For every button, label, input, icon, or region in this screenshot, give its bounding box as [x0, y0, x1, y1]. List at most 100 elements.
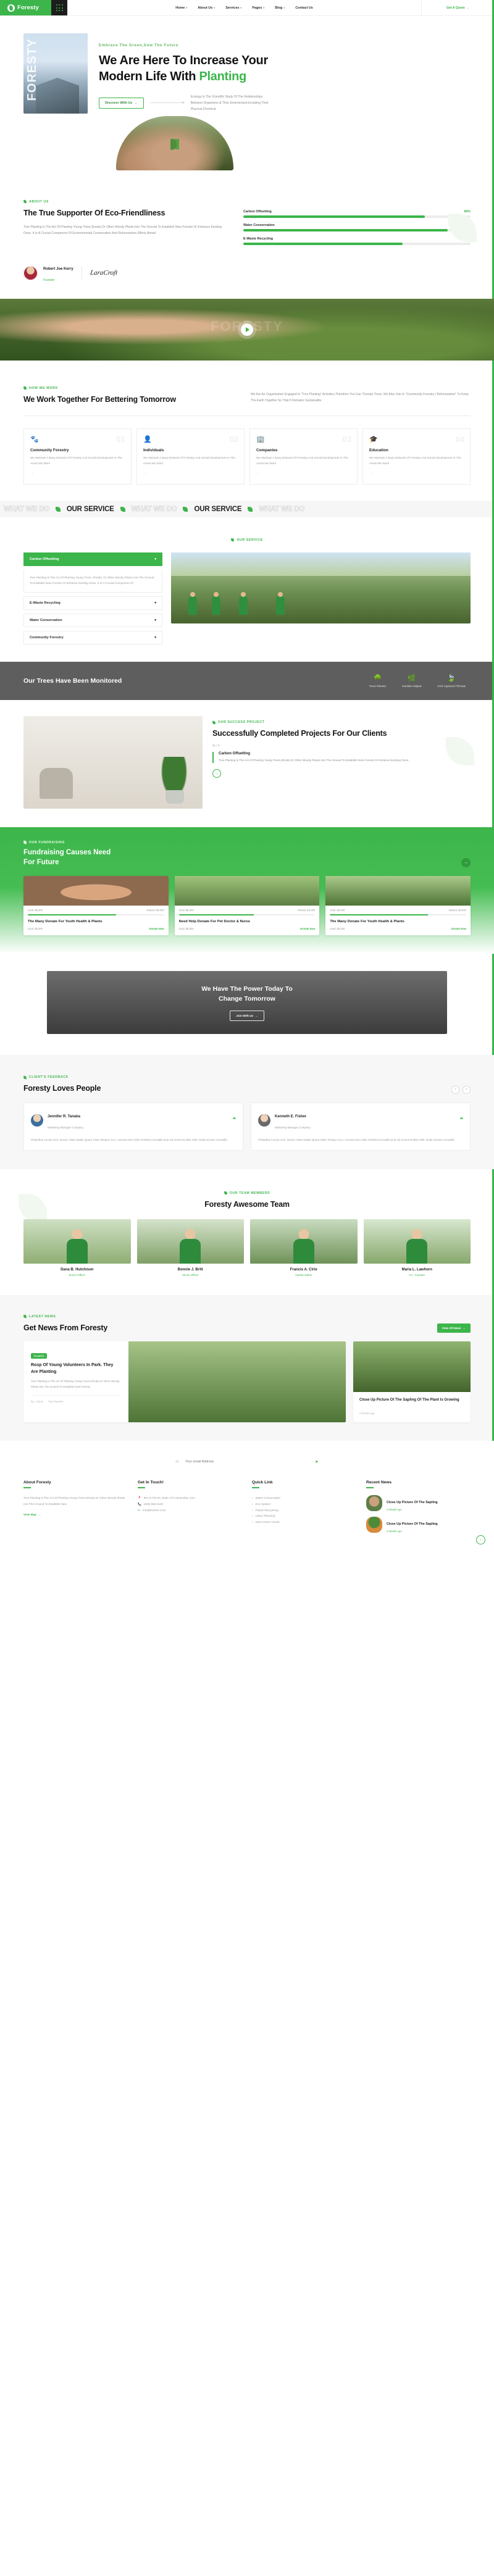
avatar — [258, 1114, 270, 1127]
arrow-right-icon[interactable]: → — [256, 472, 351, 475]
team-section: OUR TEAM MEMBERS Foresty Awesome Team Da… — [19, 1169, 471, 1295]
stat-co2-captured: 🍃 CO2 Captured /Threats — [437, 674, 466, 688]
bullet-icon: › — [252, 1508, 253, 1512]
accordion-item-water-conservation[interactable]: Water Conservation ▾ — [23, 613, 162, 627]
skill-bar-ewaste-recycling: E-Waste Recycling 70% — [243, 237, 471, 245]
donate-now-link[interactable]: Donate Now — [149, 927, 164, 930]
team-member[interactable]: Dana B. Hutchison Senior Officer — [23, 1219, 131, 1277]
bullet-icon: › — [252, 1514, 253, 1518]
chevron-down-icon: ▾ — [283, 6, 285, 9]
cause-card[interactable]: Goal: $5,000 Raised: $3,000 The Many Dona… — [325, 876, 471, 935]
menu-dots-icon[interactable] — [51, 0, 67, 15]
footer-section: ✉ ➤ About Foresty Tree Planting Is The A… — [0, 1441, 494, 1555]
services-accordion: Carbon Offsetting ▾ Tree Planting Is The… — [23, 552, 162, 648]
project-image — [23, 715, 203, 809]
recent-news-item[interactable]: Close Up Picture Of The Sapling 2 Weeks … — [366, 1517, 471, 1533]
donate-now-link[interactable]: Donate Now — [451, 927, 466, 930]
testimonials-section: CLIENT'S FEEDBACK Foresty Loves People ‹… — [0, 1054, 494, 1170]
phone-icon: 📞 — [138, 1502, 141, 1506]
next-button[interactable]: › — [463, 1085, 471, 1094]
person-icon: 👤 — [143, 436, 152, 444]
projects-title: Successfully Completed Projects For Our … — [212, 729, 387, 738]
nav-item-pages[interactable]: Pages ▾ — [252, 6, 264, 10]
back-to-top-button[interactable]: ↑ — [476, 1535, 485, 1545]
footer-recent-news: Recent News Close Up Picture Of The Sapl… — [366, 1480, 471, 1538]
recent-news-item[interactable]: Close Up Picture Of The Sapling 2 Weeks … — [366, 1495, 471, 1512]
about-description: Tree Planting Is The Act Of Planting You… — [23, 225, 222, 236]
play-icon — [246, 327, 249, 332]
card-number: 03 — [342, 435, 351, 444]
accordion-item-community-forestry[interactable]: Community Forestry ▾ — [23, 630, 162, 644]
cause-card[interactable]: Goal: $5,000 Raised: $3,000 Need Help Don… — [174, 876, 320, 935]
work-card-individuals[interactable]: 👤 02 Individuals We Maintain A Busy Netw… — [136, 428, 245, 485]
arrow-right-icon[interactable]: → — [143, 472, 238, 475]
quick-link-item[interactable]: › Water Conservation — [252, 1495, 356, 1501]
footer-about: About Foresty Tree Planting Is The Act O… — [23, 1480, 125, 1516]
newsletter-email-input[interactable] — [185, 1460, 309, 1464]
get-a-quote-button[interactable]: Get A Quote → — [446, 6, 469, 10]
leaf-icon — [230, 538, 235, 542]
site-header: Foresty Home ▾ About Us ▾ Services ▾ Pages ▾… — [0, 0, 494, 16]
work-card-education[interactable]: 🎓 04 Education We Maintain A Busy Networ… — [362, 428, 471, 485]
team-member[interactable]: Bonnie J. Britt Senior Officer — [136, 1219, 244, 1277]
quick-link-item[interactable]: › Urban Planning — [252, 1513, 356, 1519]
chevron-down-icon: ▾ — [154, 557, 156, 561]
team-member[interactable]: Francis A. Cirio Garden Editor — [250, 1219, 358, 1277]
join-with-us-button[interactable]: Join With Us → — [230, 1010, 264, 1021]
projects-tag: OUR SUCCESS PROJECT — [212, 720, 264, 724]
fundraising-next-button[interactable]: → — [461, 858, 471, 868]
card-number: 02 — [229, 435, 238, 444]
accordion-item-carbon-offsetting[interactable]: Carbon Offsetting ▾ — [23, 552, 162, 566]
quick-link-item[interactable]: › Plastic Recycleing — [252, 1507, 356, 1514]
bullet-icon: › — [252, 1496, 253, 1500]
accordion-item-ewaste-recycling[interactable]: E-Waste Recycling ▾ — [23, 596, 162, 610]
news-badge: PLANTS — [31, 1353, 47, 1359]
send-icon[interactable]: ➤ — [315, 1459, 319, 1464]
nav-item-about-us[interactable]: About Us ▾ — [198, 6, 215, 10]
chevron-down-icon: ▾ — [240, 6, 242, 9]
location-pin-icon: 📍 — [138, 1496, 141, 1500]
view-map-link[interactable]: View Map → — [23, 1513, 41, 1516]
nav-item-services[interactable]: Services ▾ — [225, 6, 241, 10]
arrow-right-icon[interactable]: → — [30, 472, 125, 475]
cause-card[interactable]: Goal: $5,000 Raised: $3,000 The Many Dona… — [23, 876, 169, 935]
play-button[interactable] — [241, 323, 253, 336]
work-card-community-forestry[interactable]: 🐾 01 Community Forestry We Maintain A Bu… — [23, 428, 132, 485]
work-card-companies[interactable]: 🏢 03 Companies We Maintain A Busy Networ… — [249, 428, 358, 485]
quick-link-item[interactable]: › Eco System — [252, 1501, 356, 1507]
how-we-work-section: HOW WE WORK We Work Together For Betteri… — [23, 361, 471, 501]
graduation-cap-icon: 🎓 — [369, 436, 378, 444]
arrow-right-icon[interactable]: → — [369, 472, 464, 475]
building-shape — [36, 78, 79, 114]
view-all-news-button[interactable]: View All News → — [437, 1323, 471, 1333]
fundraising-title: Fundraising Causes Need For Future — [23, 848, 111, 866]
project-detail: Carbon Offsetting Tree Planting Is The A… — [212, 752, 471, 764]
hero-title-highlight: Planting — [199, 70, 246, 84]
cause-image — [23, 876, 169, 906]
envelope-icon: ✉ — [175, 1460, 179, 1465]
quote-icon: ❝ — [459, 1116, 463, 1123]
news-side-card[interactable]: Close Up Picture Of The Sapling Of The P… — [353, 1341, 471, 1423]
prev-button[interactable]: ‹ — [451, 1085, 459, 1094]
about-title: The True Supporter Of Eco-Friendliness — [23, 208, 165, 217]
plant-icon: 🌿 — [407, 674, 416, 682]
hero-title: We Are Here To Increase Your Modern Life… — [99, 52, 471, 85]
nav-item-contact-us[interactable]: Contact Us — [295, 6, 312, 10]
news-featured-card[interactable]: PLANTS Rosp Of Young Volunteers In Park.… — [23, 1341, 346, 1423]
discover-with-us-button[interactable]: Discover With Us → — [99, 97, 144, 109]
donate-now-link[interactable]: Donate Now — [300, 927, 315, 930]
team-member[interactable]: Maria L. Lawhorn Co - Founder — [363, 1219, 471, 1277]
chevron-down-icon: ▾ — [154, 618, 156, 622]
quick-link-item[interactable]: › Save Green House — [252, 1519, 356, 1525]
contact-phone[interactable]: 📞 (406) 555-0120 — [138, 1501, 242, 1507]
contact-email[interactable]: ✉ Info@Extrem.Com — [138, 1507, 242, 1514]
divider — [138, 1487, 145, 1489]
nav-item-home[interactable]: Home ▾ — [175, 6, 187, 10]
nav-item-blog[interactable]: Blog ▾ — [275, 6, 285, 10]
project-counter: 01 / 3 — [212, 744, 220, 748]
project-next-button[interactable]: → — [212, 769, 221, 778]
building-icon: 🏢 — [256, 436, 265, 444]
about-author: Robert Joe Kerry Founder LaraCroft — [23, 262, 471, 284]
logo[interactable]: Foresty — [0, 0, 51, 15]
leaf-icon — [55, 506, 61, 512]
